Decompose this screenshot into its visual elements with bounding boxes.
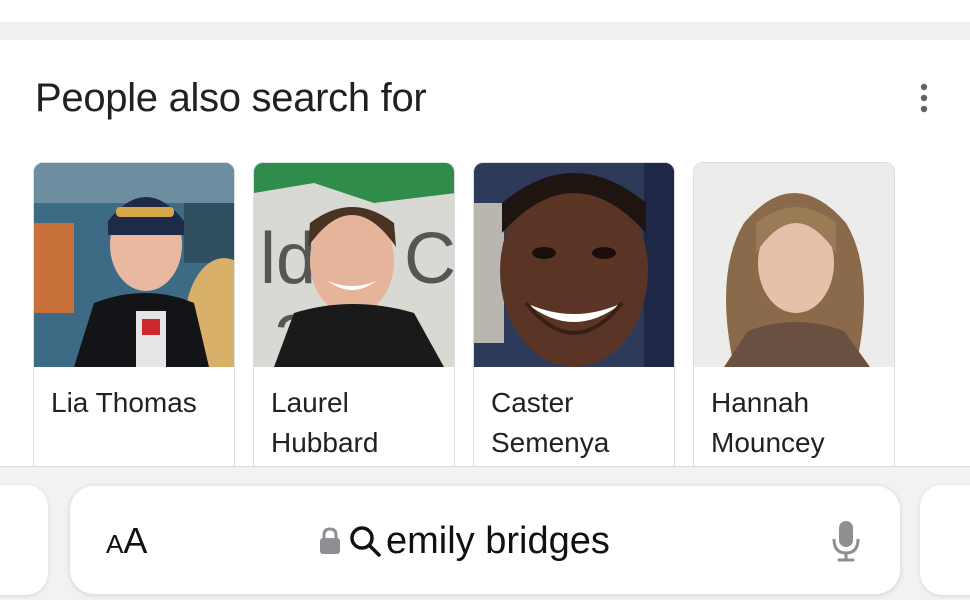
address-field[interactable]: emily bridges [318, 516, 610, 566]
text-size-small-label: A [106, 529, 124, 559]
person-photo [694, 163, 894, 367]
svg-text:ld: ld [260, 219, 316, 299]
person-card-hannah-mouncey[interactable]: Hannah Mouncey [693, 162, 895, 466]
address-bar[interactable]: A A emily bridges [70, 486, 900, 594]
previous-tab[interactable] [0, 485, 48, 595]
microphone-icon [832, 521, 860, 562]
voice-search-button[interactable] [826, 516, 866, 566]
next-tab[interactable] [920, 485, 970, 595]
person-name: Caster Semenya [491, 387, 610, 458]
search-icon [348, 524, 382, 558]
people-carousel: Lia Thomas ld Co 2 Laurel Hubbard [0, 160, 970, 466]
person-photo: ld Co 2 [254, 163, 455, 367]
person-photo [34, 163, 234, 367]
search-query-text: emily bridges [386, 519, 610, 562]
person-card-caster-semenya[interactable]: Caster Semenya [473, 162, 675, 466]
svg-text:Co: Co [404, 219, 455, 299]
vertical-dots-icon [920, 83, 928, 113]
person-card-lia-thomas[interactable]: Lia Thomas [33, 162, 235, 466]
text-size-large-label: A [123, 520, 148, 561]
person-photo [474, 163, 674, 367]
person-name: Lia Thomas [51, 387, 197, 418]
page-settings-button[interactable]: A A [106, 520, 148, 561]
lock-icon [318, 526, 342, 556]
more-options-button[interactable] [906, 80, 942, 116]
browser-toolbar: A A emily bridges [0, 466, 970, 600]
section-title: People also search for [35, 76, 427, 120]
section-divider [0, 22, 970, 40]
person-name: Hannah Mouncey [711, 387, 825, 458]
person-name: Laurel Hubbard [271, 387, 379, 458]
previous-result-area [0, 0, 970, 22]
person-card-laurel-hubbard[interactable]: ld Co 2 Laurel Hubbard [253, 162, 455, 466]
